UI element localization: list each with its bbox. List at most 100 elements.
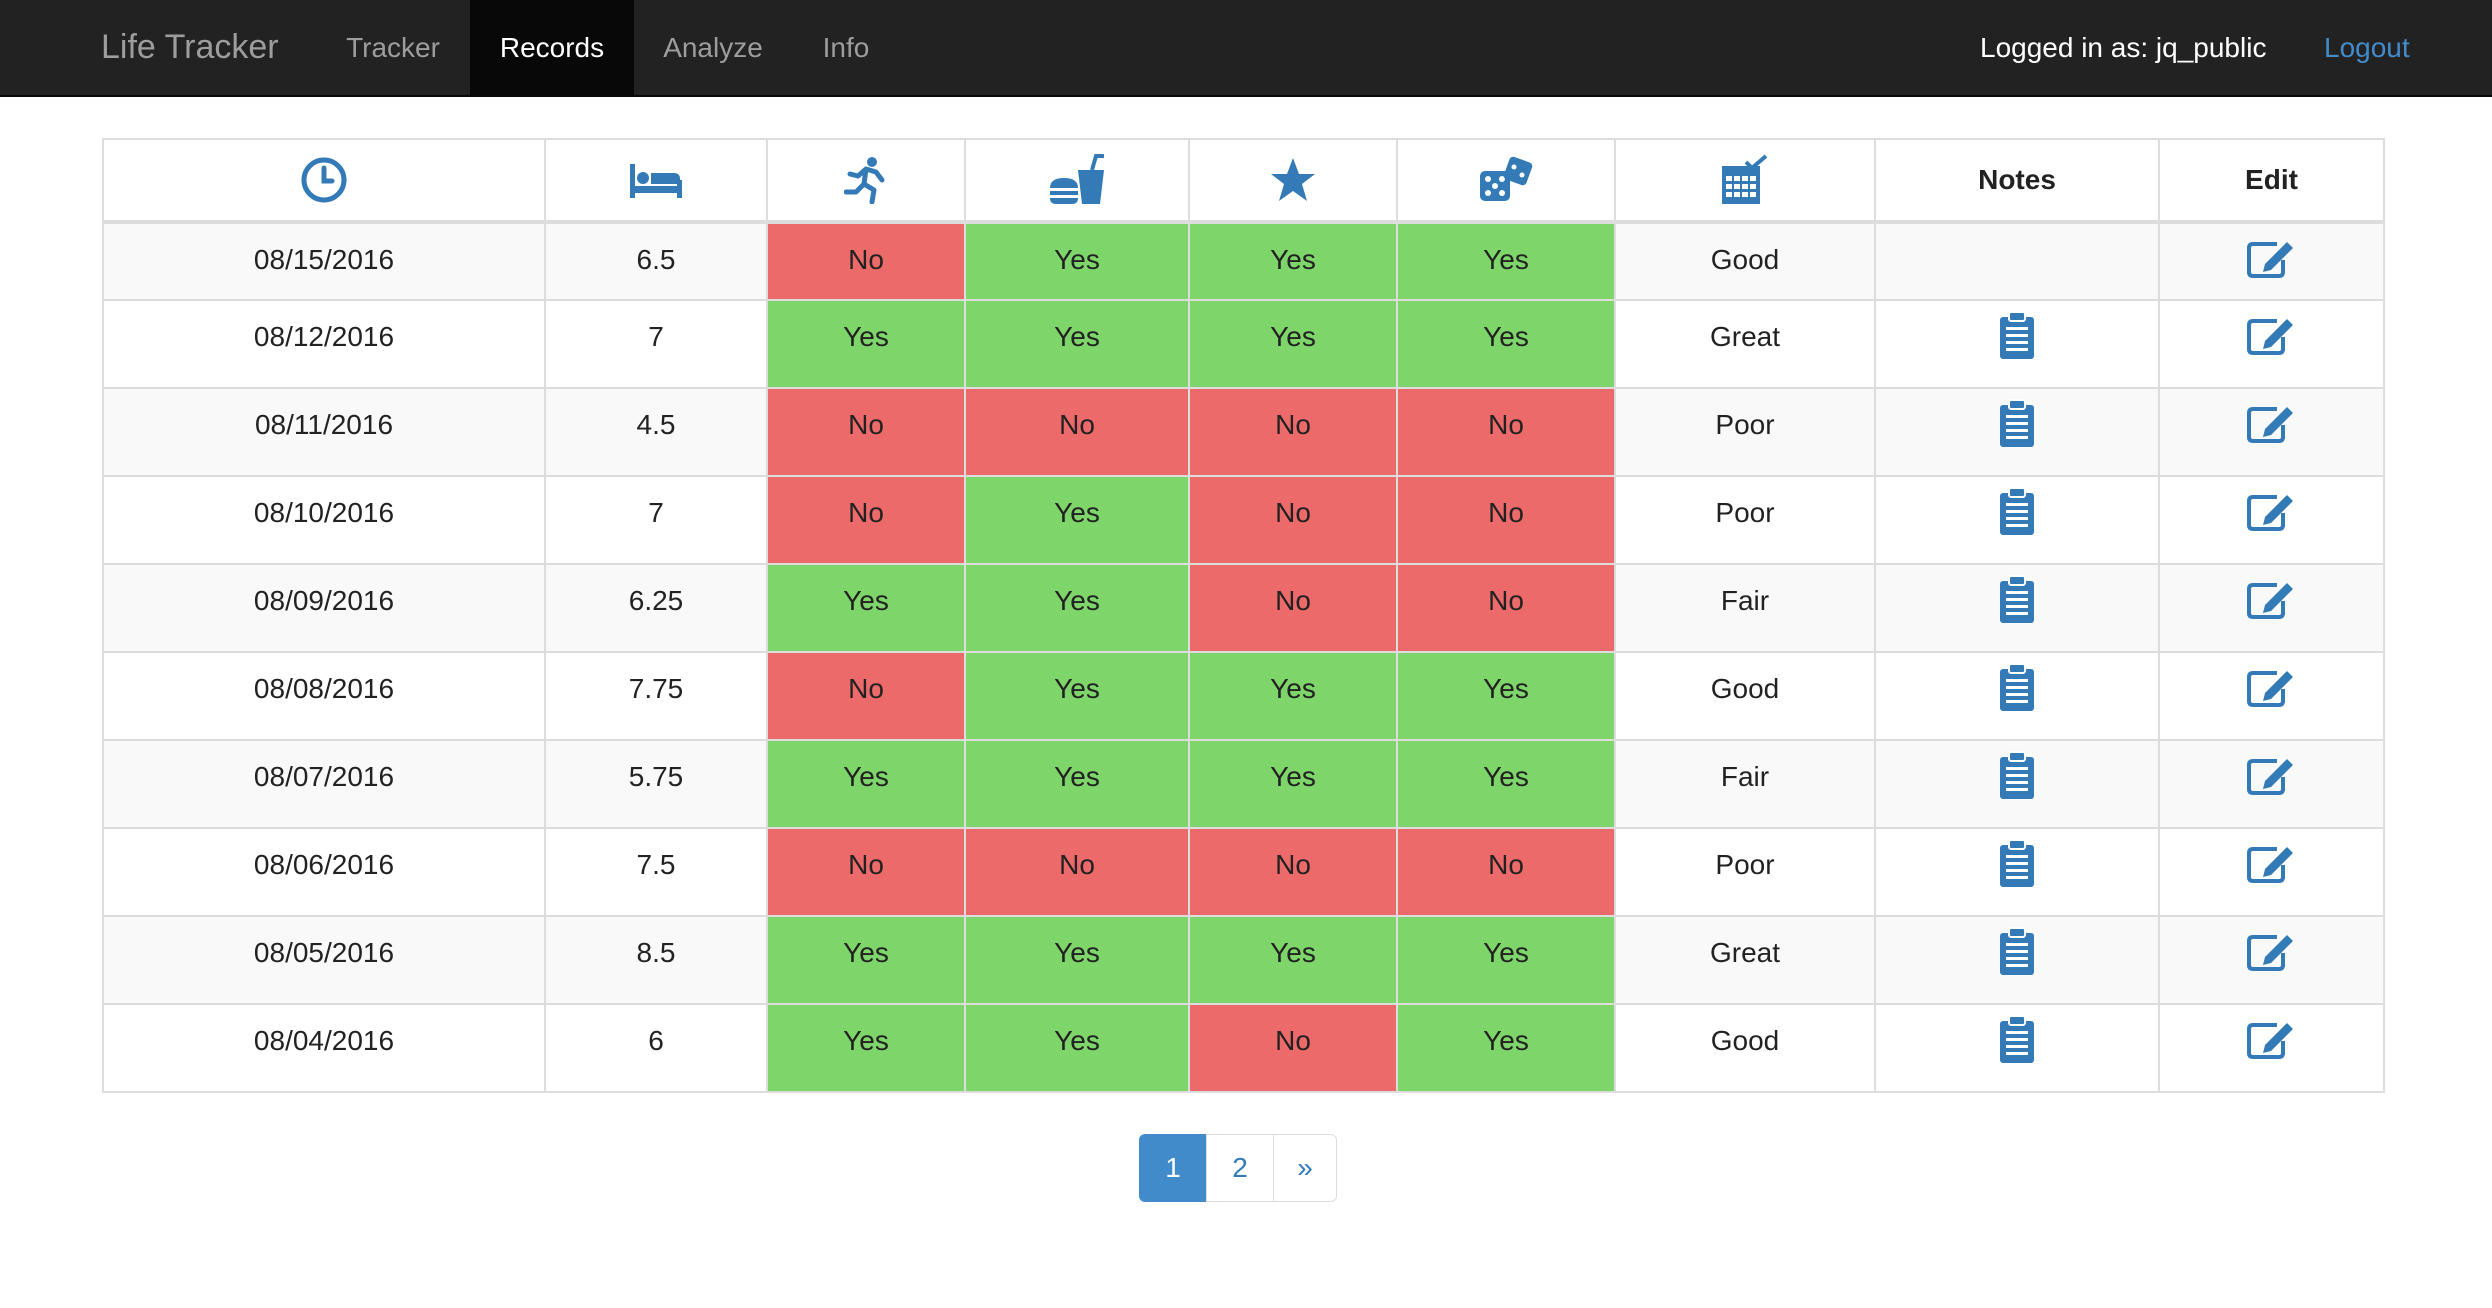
exercise-column-header [766, 138, 966, 224]
notes-cell [1874, 915, 2160, 1005]
edit-icon[interactable] [2246, 238, 2297, 285]
notes-cell [1874, 1003, 2160, 1093]
notes-cell [1874, 387, 2160, 477]
fun-cell: Yes [1396, 1003, 1616, 1093]
brand-logo[interactable]: Life Tracker [101, 0, 279, 95]
next-page-button[interactable]: » [1273, 1134, 1337, 1202]
edit-cell [2158, 1003, 2385, 1093]
diet-cell: Yes [964, 563, 1190, 653]
sleep-cell: 6 [544, 1003, 768, 1093]
nav-tracker[interactable]: Tracker [320, 0, 466, 95]
edit-cell [2158, 563, 2385, 653]
clipboard-icon[interactable] [1998, 663, 2036, 720]
diet-cell: Yes [964, 651, 1190, 741]
fun-cell: No [1396, 387, 1616, 477]
nav-analyze[interactable]: Analyze [634, 0, 792, 95]
fun-cell: Yes [1396, 739, 1616, 829]
notes-cell [1874, 651, 2160, 741]
page-2-button[interactable]: 2 [1206, 1134, 1274, 1202]
diet-cell: No [964, 387, 1190, 477]
notes-cell [1874, 827, 2160, 917]
edit-column-header: Edit [2158, 138, 2385, 224]
sleep-cell: 6.5 [544, 221, 768, 301]
edit-cell [2158, 915, 2385, 1005]
goal-cell: Yes [1188, 299, 1398, 389]
date-cell: 08/11/2016 [102, 387, 546, 477]
edit-icon[interactable] [2246, 403, 2297, 450]
goal-cell: Yes [1188, 915, 1398, 1005]
day-cell: Good [1614, 651, 1876, 741]
edit-icon[interactable] [2246, 579, 2297, 626]
edit-cell [2158, 221, 2385, 301]
clipboard-icon[interactable] [1998, 399, 2036, 456]
records-body: 08/15/2016 6.5 No Yes Yes Yes Good 08/12/2016 7 Y… [102, 221, 2385, 1093]
exercise-cell: Yes [766, 915, 966, 1005]
fun-cell: Yes [1396, 221, 1616, 301]
date-cell: 08/05/2016 [102, 915, 546, 1005]
day-cell: Good [1614, 221, 1876, 301]
clipboard-icon[interactable] [1998, 311, 2036, 368]
clipboard-icon[interactable] [1998, 1015, 2036, 1072]
clipboard-icon[interactable] [1998, 575, 2036, 632]
diet-cell: Yes [964, 1003, 1190, 1093]
records-table: Notes Edit 08/15/2016 6.5 No Yes Yes Yes Good 0… [102, 138, 2385, 1093]
edit-icon[interactable] [2246, 843, 2297, 890]
diet-cell: Yes [964, 221, 1190, 301]
table-row: 08/05/2016 8.5 Yes Yes Yes Yes Great [102, 915, 2385, 1005]
running-icon [844, 157, 888, 204]
logged-in-label: Logged in as: jq_public [1980, 32, 2267, 63]
date-cell: 08/15/2016 [102, 221, 546, 301]
edit-icon[interactable] [2246, 491, 2297, 538]
edit-cell [2158, 827, 2385, 917]
date-cell: 08/07/2016 [102, 739, 546, 829]
exercise-cell: Yes [766, 739, 966, 829]
sleep-cell: 8.5 [544, 915, 768, 1005]
nav-info[interactable]: Info [792, 0, 900, 95]
table-row: 08/06/2016 7.5 No No No No Poor [102, 827, 2385, 917]
exercise-cell: Yes [766, 563, 966, 653]
fun-cell: Yes [1396, 651, 1616, 741]
date-cell: 08/09/2016 [102, 563, 546, 653]
clock-icon [300, 157, 348, 203]
calendar-check-icon [1720, 154, 1770, 204]
page-1-button[interactable]: 1 [1139, 1134, 1207, 1202]
clipboard-icon[interactable] [1998, 927, 2036, 984]
fun-cell: No [1396, 475, 1616, 565]
diet-cell: Yes [964, 475, 1190, 565]
day-cell: Poor [1614, 827, 1876, 917]
exercise-cell: Yes [766, 299, 966, 389]
logout-link[interactable]: Logout [2324, 0, 2410, 95]
table-row: 08/12/2016 7 Yes Yes Yes Yes Great [102, 299, 2385, 389]
table-row: 08/07/2016 5.75 Yes Yes Yes Yes Fair [102, 739, 2385, 829]
fun-column-header [1396, 138, 1616, 224]
clipboard-icon[interactable] [1998, 487, 2036, 544]
edit-cell [2158, 387, 2385, 477]
header-row: Notes Edit [102, 138, 2385, 224]
notes-cell [1874, 563, 2160, 653]
notes-column-header: Notes [1874, 138, 2160, 224]
edit-icon[interactable] [2246, 667, 2297, 714]
edit-icon[interactable] [2246, 755, 2297, 802]
clipboard-icon[interactable] [1998, 751, 2036, 808]
day-cell: Good [1614, 1003, 1876, 1093]
day-column-header [1614, 138, 1876, 224]
date-cell: 08/06/2016 [102, 827, 546, 917]
table-row: 08/15/2016 6.5 No Yes Yes Yes Good [102, 221, 2385, 301]
edit-icon[interactable] [2246, 931, 2297, 978]
day-cell: Fair [1614, 739, 1876, 829]
exercise-cell: Yes [766, 1003, 966, 1093]
star-icon [1269, 158, 1317, 201]
nav-records[interactable]: Records [470, 0, 634, 95]
exercise-cell: No [766, 827, 966, 917]
bed-icon [628, 162, 684, 198]
diet-column-header [964, 138, 1190, 224]
clipboard-icon[interactable] [1998, 839, 2036, 896]
edit-icon[interactable] [2246, 1019, 2297, 1066]
edit-icon[interactable] [2246, 315, 2297, 362]
sleep-cell: 7 [544, 475, 768, 565]
fun-cell: No [1396, 563, 1616, 653]
goal-column-header [1188, 138, 1398, 224]
notes-cell [1874, 221, 2160, 301]
goal-cell: No [1188, 827, 1398, 917]
sleep-cell: 7 [544, 299, 768, 389]
